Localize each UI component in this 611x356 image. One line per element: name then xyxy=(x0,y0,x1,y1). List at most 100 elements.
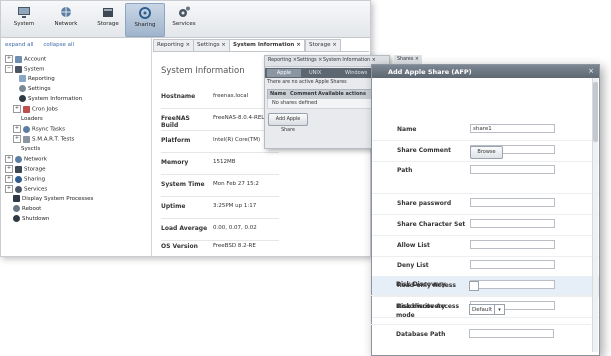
expand-icon[interactable]: + xyxy=(13,135,21,143)
sidebar-item-smart-tests[interactable]: + S.M.A.R.T. Tests xyxy=(13,135,74,144)
deny-list-input[interactable] xyxy=(470,260,555,269)
sidebar-item-label: Network xyxy=(24,156,47,163)
sync-icon xyxy=(23,125,30,133)
subtab-windows[interactable]: Windows xyxy=(345,69,367,77)
info-value: 3:25PM up 1:17 xyxy=(213,203,257,209)
expand-icon[interactable]: + xyxy=(5,185,13,193)
subtab-unix[interactable]: UNIX xyxy=(309,69,321,77)
field-row-read-write-access: Read-write Access xyxy=(372,297,599,318)
sidebar-item-label: Cron Jobs xyxy=(32,106,58,113)
info-row: Uptime 3:25PM up 1:17 xyxy=(161,196,279,219)
top-toolbar: System Network Storage Sharing Services xyxy=(1,1,370,38)
tree-controls: expand all collapse all xyxy=(5,42,82,48)
expand-icon[interactable]: + xyxy=(13,125,21,133)
sidebar-item-cron-jobs[interactable]: + Cron Jobs xyxy=(13,105,58,114)
field-label: Read-write Access xyxy=(397,303,460,310)
info-key: FreeNAS Build xyxy=(161,115,190,129)
sidebar-item-label: Shutdown xyxy=(22,216,50,222)
sidebar-item-label: Sysctls xyxy=(21,146,41,152)
info-value: FreeBSD 8.2-RE xyxy=(213,243,256,249)
expand-icon[interactable]: + xyxy=(13,105,21,113)
expand-icon[interactable]: + xyxy=(5,165,13,173)
info-key: System Time xyxy=(161,181,205,188)
account-icon xyxy=(15,55,22,63)
info-key: Uptime xyxy=(161,203,186,210)
network-icon xyxy=(61,7,71,17)
info-value: 0.00, 0.07, 0.02 xyxy=(213,225,257,231)
sidebar-item-label: Services xyxy=(24,186,48,193)
tab-settings[interactable]: Settings × xyxy=(297,58,322,63)
services-gear-icon xyxy=(179,6,190,17)
sidebar-item-sysctls[interactable]: Sysctls xyxy=(21,145,40,154)
scrollbar-thumb[interactable] xyxy=(593,82,598,142)
sidebar-item-settings[interactable]: Settings xyxy=(19,85,51,94)
subtab-apple[interactable]: Apple xyxy=(267,69,301,77)
info-key: Load Average xyxy=(161,225,208,232)
processes-icon xyxy=(13,195,20,202)
toolbar-label: Sharing xyxy=(134,22,156,28)
info-row: FreeNAS Build FreeNAS-8.0.4-RELEASE xyxy=(161,108,279,131)
browse-button[interactable]: Browse xyxy=(470,146,503,159)
toolbar-services-button[interactable]: Services xyxy=(165,3,203,35)
info-key: Hostname xyxy=(161,93,196,100)
close-icon[interactable]: × xyxy=(587,67,595,75)
sidebar-item-label: Display System Processes xyxy=(22,196,94,202)
sidebar-item-network[interactable]: + Network xyxy=(5,155,47,164)
field-row-deny-list: Deny List xyxy=(372,256,599,277)
sidebar-item-loaders[interactable]: Loaders xyxy=(21,115,43,124)
tab-system-information[interactable]: System Information × xyxy=(229,39,305,51)
collapse-icon[interactable]: − xyxy=(5,65,13,73)
allow-list-input[interactable] xyxy=(470,240,555,249)
expand-icon[interactable]: + xyxy=(5,175,13,183)
tab-storage[interactable]: Storage × xyxy=(305,39,341,51)
sidebar-item-system[interactable]: − System xyxy=(5,65,45,74)
tab-reporting[interactable]: Reporting × xyxy=(268,58,297,63)
info-key: Memory xyxy=(161,159,189,166)
character-set-input[interactable] xyxy=(470,219,555,228)
sidebar-item-display-processes[interactable]: Display System Processes xyxy=(13,195,93,204)
read-write-access-input[interactable] xyxy=(470,301,555,310)
sidebar-item-rsync-tasks[interactable]: + Rsync Tasks xyxy=(13,125,65,134)
field-label: Deny List xyxy=(397,262,429,269)
field-row-path: Path xyxy=(372,161,599,194)
dialog-title: Add Apple Share (AFP) xyxy=(388,68,472,76)
name-input[interactable]: share1 xyxy=(470,124,555,133)
tab-reporting[interactable]: Reporting × xyxy=(153,39,195,51)
toolbar-sharing-button[interactable]: Sharing xyxy=(125,3,165,37)
sidebar-item-reboot[interactable]: Reboot xyxy=(13,205,41,214)
expand-all-link[interactable]: expand all xyxy=(5,42,34,48)
disk-test-icon xyxy=(23,135,30,143)
toolbar-label: Services xyxy=(172,21,196,27)
sidebar-item-shutdown[interactable]: Shutdown xyxy=(13,215,49,224)
sidebar-item-reporting[interactable]: Reporting xyxy=(19,75,55,84)
sidebar-item-account[interactable]: + Account xyxy=(5,55,46,64)
dialog-scrollbar[interactable] xyxy=(592,78,598,352)
sidebar-item-system-information[interactable]: System Information xyxy=(19,95,82,104)
toolbar-storage-button[interactable]: Storage xyxy=(89,3,127,35)
sidebar-item-sharing[interactable]: + Sharing xyxy=(5,175,45,184)
sidebar-item-label: Account xyxy=(24,56,47,63)
reporting-icon xyxy=(19,75,26,82)
collapse-all-link[interactable]: collapse all xyxy=(43,42,74,48)
info-key: Platform xyxy=(161,137,191,144)
tab-settings[interactable]: Settings × xyxy=(193,39,230,51)
calendar-icon xyxy=(23,105,30,113)
path-input[interactable] xyxy=(470,165,555,174)
storage-icon xyxy=(15,165,22,173)
sidebar-item-services[interactable]: + Services xyxy=(5,185,47,194)
add-apple-share-button[interactable]: Add Apple Share xyxy=(268,113,308,133)
tab-system-information[interactable]: System Information × xyxy=(323,58,376,63)
sidebar-item-label: Loaders xyxy=(21,116,43,122)
toolbar-network-button[interactable]: Network xyxy=(47,3,85,35)
toolbar-system-button[interactable]: System xyxy=(5,3,43,35)
system-icon xyxy=(18,7,30,18)
share-password-input[interactable] xyxy=(470,198,555,207)
expand-icon[interactable]: + xyxy=(5,55,13,63)
read-only-access-input[interactable] xyxy=(470,280,555,289)
expand-icon[interactable]: + xyxy=(5,155,13,163)
field-label: Allow List xyxy=(397,242,430,249)
sidebar-item-label: Reporting xyxy=(28,76,55,82)
system-icon xyxy=(15,65,22,73)
sidebar-item-storage[interactable]: + Storage xyxy=(5,165,46,174)
column-name: Name xyxy=(270,91,287,97)
